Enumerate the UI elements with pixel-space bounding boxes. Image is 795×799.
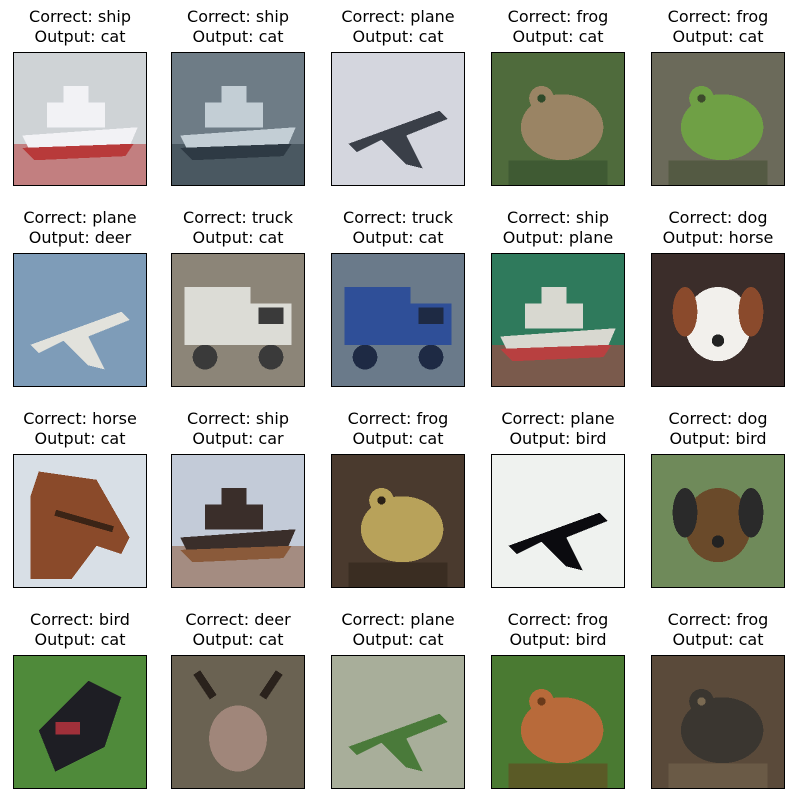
correct-label: Correct: frog [507, 7, 609, 26]
output-label: Output: cat [672, 27, 764, 46]
correct-label: Correct: ship [187, 409, 289, 428]
grid-cell: Correct: ship Output: cat [0, 7, 160, 186]
output-label: Output: deer [28, 228, 132, 247]
grid-cell: Correct: plane Output: cat [318, 610, 478, 789]
frog-icon [651, 52, 785, 186]
correct-label: Correct: horse [23, 409, 137, 428]
correct-label: Correct: plane [341, 610, 455, 629]
output-label: Output: cat [34, 630, 126, 649]
frog-icon [491, 655, 625, 789]
dog-icon [651, 253, 785, 387]
grid-cell: Correct: plane Output: cat [318, 7, 478, 186]
correct-label: Correct: dog [668, 409, 768, 428]
plane-icon [331, 52, 465, 186]
grid-cell: Correct: dog Output: horse [638, 208, 795, 387]
output-label: Output: cat [34, 27, 126, 46]
grid-cell: Correct: truck Output: cat [158, 208, 318, 387]
correct-label: Correct: frog [507, 610, 609, 629]
output-label: Output: cat [672, 630, 764, 649]
grid-cell: Correct: frog Output: cat [638, 7, 795, 186]
deer-icon [171, 655, 305, 789]
correct-label: Correct: frog [667, 610, 769, 629]
correct-label: Correct: plane [501, 409, 615, 428]
output-label: Output: cat [34, 429, 126, 448]
correct-label: Correct: ship [187, 7, 289, 26]
grid-cell: Correct: dog Output: bird [638, 409, 795, 588]
grid-cell: Correct: deer Output: cat [158, 610, 318, 789]
truck-icon [331, 253, 465, 387]
frog-icon [491, 52, 625, 186]
output-label: Output: cat [352, 630, 444, 649]
grid-cell: Correct: frog Output: cat [478, 7, 638, 186]
plane-icon [491, 454, 625, 588]
correct-label: Correct: plane [23, 208, 137, 227]
correct-label: Correct: ship [507, 208, 609, 227]
correct-label: Correct: bird [30, 610, 130, 629]
correct-label: Correct: frog [347, 409, 449, 428]
correct-label: Correct: truck [183, 208, 293, 227]
truck-icon [171, 253, 305, 387]
output-label: Output: car [192, 429, 284, 448]
grid-cell: Correct: horse Output: cat [0, 409, 160, 588]
output-label: Output: cat [352, 429, 444, 448]
output-label: Output: cat [192, 630, 284, 649]
ship-icon [491, 253, 625, 387]
correct-label: Correct: ship [29, 7, 131, 26]
output-label: Output: cat [512, 27, 604, 46]
grid-cell: Correct: bird Output: cat [0, 610, 160, 789]
output-label: Output: cat [352, 27, 444, 46]
ship-icon [171, 454, 305, 588]
ship-icon [171, 52, 305, 186]
grid-cell: Correct: ship Output: plane [478, 208, 638, 387]
grid-cell: Correct: truck Output: cat [318, 208, 478, 387]
correct-label: Correct: frog [667, 7, 769, 26]
output-label: Output: cat [192, 27, 284, 46]
correct-label: Correct: truck [343, 208, 453, 227]
bird-icon [13, 655, 147, 789]
ship-icon [13, 52, 147, 186]
output-label: Output: bird [669, 429, 767, 448]
output-label: Output: cat [352, 228, 444, 247]
frog-icon [651, 655, 785, 789]
grid-cell: Correct: plane Output: deer [0, 208, 160, 387]
grid-cell: Correct: frog Output: cat [318, 409, 478, 588]
horse-icon [13, 454, 147, 588]
output-label: Output: cat [192, 228, 284, 247]
plane-icon [331, 655, 465, 789]
plane-icon [13, 253, 147, 387]
output-label: Output: bird [509, 630, 607, 649]
correct-label: Correct: plane [341, 7, 455, 26]
dog-icon [651, 454, 785, 588]
output-label: Output: horse [662, 228, 774, 247]
correct-label: Correct: dog [668, 208, 768, 227]
grid-cell: Correct: ship Output: cat [158, 7, 318, 186]
grid-cell: Correct: frog Output: cat [638, 610, 795, 789]
grid-cell: Correct: ship Output: car [158, 409, 318, 588]
correct-label: Correct: deer [185, 610, 291, 629]
frog-icon [331, 454, 465, 588]
output-label: Output: bird [509, 429, 607, 448]
grid-cell: Correct: frog Output: bird [478, 610, 638, 789]
grid-cell: Correct: plane Output: bird [478, 409, 638, 588]
output-label: Output: plane [502, 228, 614, 247]
